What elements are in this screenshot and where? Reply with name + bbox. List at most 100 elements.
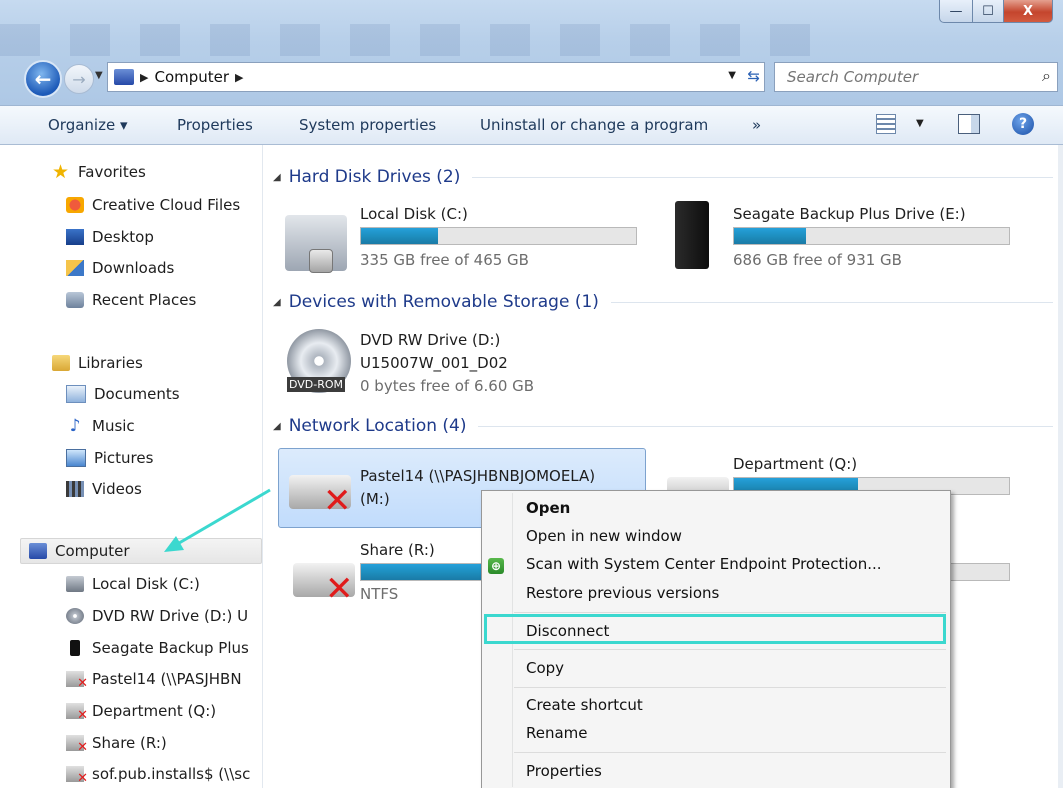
sidebar-item-share[interactable]: Share (R:) [66,734,167,755]
sidebar-item-label: Libraries [78,354,143,372]
search-icon[interactable]: ⌕ [1042,66,1051,86]
sidebar-item-pastel14[interactable]: Pastel14 (\\PASJHBN [66,670,242,691]
minimize-button[interactable]: — [939,0,973,23]
disconnected-x-icon: ✕ [323,481,352,521]
sidebar-item-label: Local Disk (C:) [92,575,200,593]
background-window-ghost [0,24,840,56]
arrow-shaft [173,488,271,548]
maximize-button[interactable]: ☐ [973,0,1004,23]
change-view-icon[interactable] [876,114,896,134]
breadcrumb-computer[interactable]: Computer [154,68,229,86]
dvd-drive-icon [66,608,84,624]
sidebar-item-sof-pub-installs[interactable]: sof.pub.installs$ (\\sc [66,765,250,786]
drive-free-space: 335 GB free of 465 GB [360,251,529,269]
sidebar-item-creative-cloud[interactable]: Creative Cloud Files [66,196,240,214]
navigation-pane: ★ Favorites Creative Cloud Files Desktop… [0,145,262,788]
computer-icon [29,543,47,559]
sidebar-item-label: Pictures [94,449,154,467]
sidebar-item-label: Downloads [92,259,175,277]
star-icon: ★ [52,161,70,183]
recent-pages-dropdown-icon[interactable]: ▼ [95,70,103,81]
sidebar-item-dvd-drive[interactable]: DVD RW Drive (D:) U [66,607,248,625]
sidebar-item-local-disk-c[interactable]: Local Disk (C:) [66,575,200,593]
view-dropdown-icon[interactable]: ▼ [916,118,924,129]
sidebar-favorites[interactable]: ★ Favorites [52,161,146,183]
disconnected-network-drive-icon [66,703,88,723]
sidebar-libraries[interactable]: Libraries [52,354,143,372]
address-bar[interactable]: ▶ Computer ▶ ▼ ⇆ [107,62,765,92]
collapse-triangle-icon[interactable]: ◢ [273,421,281,432]
menu-item-copy[interactable]: Copy [526,659,564,677]
menu-item-properties[interactable]: Properties [526,762,602,780]
menu-item-rename[interactable]: Rename [526,724,588,742]
menu-item-restore-previous-versions[interactable]: Restore previous versions [526,584,719,602]
menu-item-open[interactable]: Open [526,499,570,517]
creative-cloud-icon [66,197,84,213]
collapse-triangle-icon[interactable]: ◢ [273,297,281,308]
sidebar-item-desktop[interactable]: Desktop [66,228,154,246]
search-input[interactable] [785,67,1029,87]
drive-letter: (M:) [360,490,390,508]
menu-item-create-shortcut[interactable]: Create shortcut [526,696,643,714]
recent-places-icon [66,292,84,308]
sidebar-item-documents[interactable]: Documents [66,385,180,403]
sidebar-item-recent-places[interactable]: Recent Places [66,291,196,309]
drive-tile-dvd-d[interactable]: DVD-ROM DVD RW Drive (D:) U15007W_001_D0… [285,327,645,399]
drive-tile-local-disk-c[interactable]: Local Disk (C:) 335 GB free of 465 GB [281,201,641,273]
disconnected-network-drive-icon [66,735,88,755]
sidebar-item-department[interactable]: Department (Q:) [66,702,217,723]
menu-separator [514,649,946,650]
group-divider [610,301,1053,303]
music-icon: ♪ [69,416,81,436]
group-network-location[interactable]: ◢ Network Location (4) [273,414,1053,438]
sidebar-item-music[interactable]: ♪ Music [66,417,135,435]
sidebar-item-label: Share (R:) [92,734,167,752]
title-bar: — ☐ X ← → ▼ ▶ Computer ▶ ▼ ⇆ ⌕ [0,0,1063,106]
drive-usage-fill [734,228,806,244]
menu-item-open-new-window[interactable]: Open in new window [526,527,682,545]
hard-disk-icon [66,576,84,592]
drive-usage-fill [361,228,438,244]
close-button[interactable]: X [1004,0,1053,23]
group-removable-storage[interactable]: ◢ Devices with Removable Storage (1) [273,290,1053,314]
search-box[interactable]: ⌕ [774,62,1058,92]
more-commands-button[interactable]: » [752,116,761,134]
menu-separator [514,752,946,753]
sidebar-item-label: Favorites [78,163,146,181]
breadcrumb-separator-icon[interactable]: ▶ [235,71,243,84]
disconnect-highlight-box [484,614,946,644]
scrollbar-track[interactable] [1058,145,1063,788]
sidebar-item-label: DVD RW Drive (D:) U [92,607,249,625]
menu-item-scan[interactable]: Scan with System Center Endpoint Protect… [526,555,882,573]
arrow-head-icon [164,536,184,552]
help-icon[interactable]: ? [1012,113,1034,135]
sidebar-item-downloads[interactable]: Downloads [66,259,174,277]
collapse-triangle-icon[interactable]: ◢ [273,172,281,183]
sidebar-item-seagate[interactable]: Seagate Backup Plus [66,639,249,657]
sidebar-item-label: Department (Q:) [92,702,217,720]
dvd-rom-badge: DVD-ROM [287,377,346,392]
sidebar-item-label: Recent Places [92,291,197,309]
group-title: Devices with Removable Storage (1) [288,292,599,312]
forward-button[interactable]: → [64,64,94,94]
uninstall-program-button[interactable]: Uninstall or change a program [480,116,708,134]
sidebar-item-videos[interactable]: Videos [66,480,142,498]
drive-name: Share (R:) [360,541,435,559]
organize-menu[interactable]: Organize ▾ [48,116,128,134]
preview-pane-icon[interactable] [958,114,980,134]
group-hard-disk-drives[interactable]: ◢ Hard Disk Drives (2) [273,165,1053,189]
system-properties-button[interactable]: System properties [299,116,436,134]
breadcrumb-separator-icon[interactable]: ▶ [140,71,148,84]
address-dropdown-icon[interactable]: ▼ [728,70,736,81]
sidebar-item-label: Documents [94,385,180,403]
downloads-icon [66,260,84,276]
properties-button[interactable]: Properties [177,116,253,134]
external-drive-icon [70,640,80,656]
refresh-icon[interactable]: ⇆ [747,67,760,85]
group-title: Network Location (4) [288,416,467,436]
group-title: Hard Disk Drives (2) [288,167,461,187]
back-button[interactable]: ← [24,60,62,98]
drive-tile-seagate-e[interactable]: Seagate Backup Plus Drive (E:) 686 GB fr… [671,201,1051,273]
sidebar-item-pictures[interactable]: Pictures [66,449,153,467]
documents-icon [66,385,86,403]
